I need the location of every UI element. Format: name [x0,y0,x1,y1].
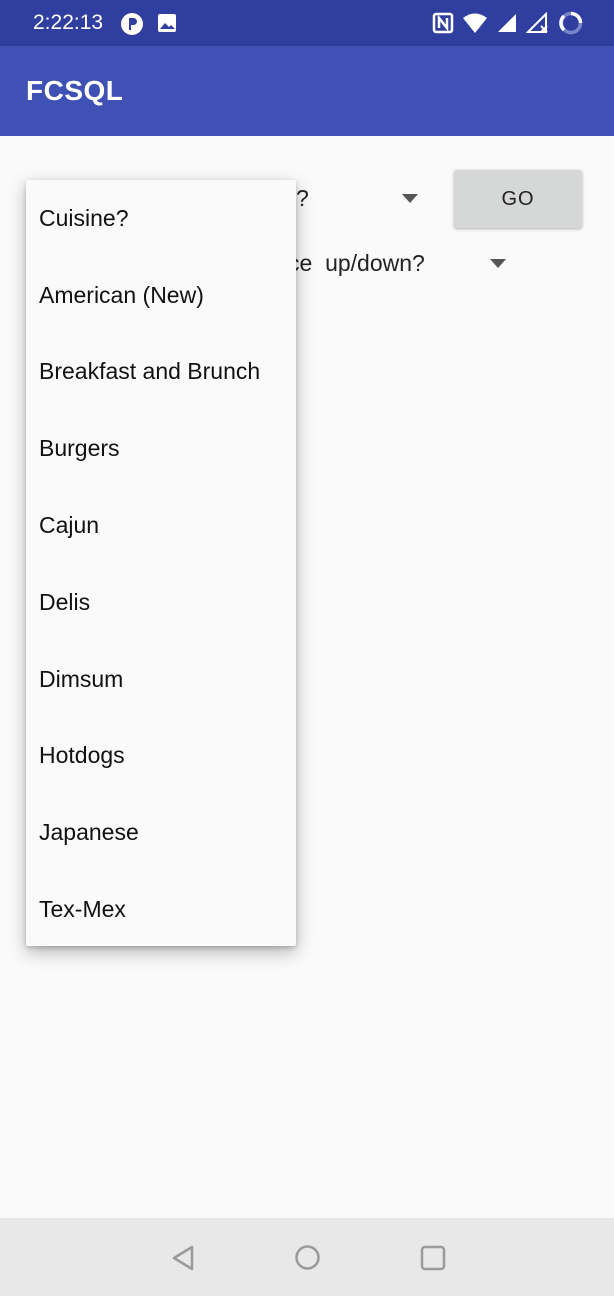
sort-spinner-text: ce up/down? [288,250,425,276]
app-title: FCSQL [26,75,124,106]
go-button[interactable]: GO [454,170,582,228]
home-icon[interactable] [294,1244,321,1276]
recents-icon[interactable] [420,1245,446,1276]
nfc-icon [432,12,454,39]
back-icon[interactable] [170,1245,196,1276]
dropdown-item-cajun[interactable]: Cajun [26,487,296,564]
cuisine-dropdown-menu: Cuisine? American (New) Breakfast and Br… [26,180,296,946]
dropdown-arrow-icon [490,259,506,268]
dropdown-item-japanese[interactable]: Japanese [26,794,296,871]
cell-signal-icon [496,12,518,39]
dropdown-item-american-new[interactable]: American (New) [26,257,296,334]
navigation-bar [0,1218,614,1296]
no-signal-icon [525,11,550,39]
status-bar: 2:22:13 [0,0,614,46]
dropdown-item-tex-mex[interactable]: Tex-Mex [26,871,296,948]
app-bar: FCSQL [0,46,614,136]
dropdown-item-burgers[interactable]: Burgers [26,410,296,487]
dropdown-item-cuisine[interactable]: Cuisine? [26,180,296,257]
dropdown-item-dimsum[interactable]: Dimsum [26,641,296,718]
dropdown-item-breakfast-and-brunch[interactable]: Breakfast and Brunch [26,334,296,411]
dropdown-item-hotdogs[interactable]: Hotdogs [26,718,296,795]
dropdown-item-delis[interactable]: Delis [26,564,296,641]
app-notification-icon [120,12,144,41]
wifi-icon [462,12,488,39]
cuisine-spinner-text: ? [296,185,309,211]
dropdown-arrow-icon [402,194,418,203]
loading-icon [558,10,584,41]
image-icon [156,12,178,41]
status-time: 2:22:13 [33,11,104,34]
